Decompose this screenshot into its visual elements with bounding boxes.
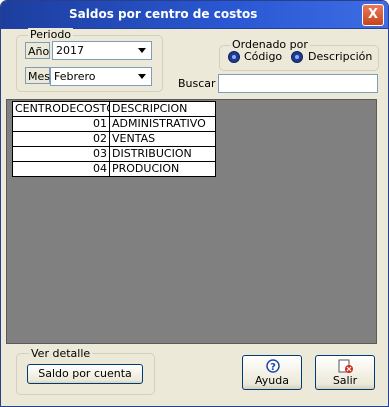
- window-title: Saldos por centro de costos: [69, 7, 258, 21]
- help-icon: ?: [266, 359, 280, 373]
- chevron-down-icon[interactable]: [135, 69, 150, 84]
- cost-center-grid[interactable]: CENTRODECOSTO DESCRIPCION 01 ADMINISTRATI…: [6, 99, 377, 344]
- anio-label: Año: [25, 42, 50, 59]
- cell-desc[interactable]: VENTAS: [109, 131, 216, 147]
- table-header-row: CENTRODECOSTO DESCRIPCION: [12, 101, 216, 117]
- saldo-por-cuenta-button[interactable]: Saldo por cuenta: [27, 364, 143, 384]
- exit-icon: [338, 359, 353, 373]
- table-row[interactable]: 04 PRODUCION: [12, 161, 216, 177]
- mes-value: Febrero: [54, 70, 96, 83]
- cell-desc[interactable]: ADMINISTRATIVO: [109, 116, 216, 132]
- title-bar[interactable]: Saldos por centro de costos X: [1, 1, 388, 29]
- cell-code[interactable]: 03: [12, 146, 110, 162]
- ayuda-button[interactable]: ? Ayuda: [242, 355, 302, 390]
- anio-select[interactable]: 2017: [52, 41, 152, 60]
- close-button[interactable]: X: [362, 4, 384, 26]
- column-header-centrodecosto[interactable]: CENTRODECOSTO: [12, 101, 110, 117]
- svg-text:?: ?: [270, 362, 276, 373]
- periodo-legend: Periodo: [28, 28, 74, 41]
- cell-desc[interactable]: PRODUCION: [109, 161, 216, 177]
- radio-descripcion-label[interactable]: Descripción: [308, 50, 372, 63]
- mes-label: Mes: [25, 67, 50, 84]
- cell-code[interactable]: 04: [12, 161, 110, 177]
- close-icon: X: [367, 7, 379, 22]
- cell-code[interactable]: 02: [12, 131, 110, 147]
- salir-label: Salir: [332, 374, 358, 387]
- radio-descripcion[interactable]: [291, 51, 303, 63]
- table-row[interactable]: 01 ADMINISTRATIVO: [12, 116, 216, 132]
- saldo-por-cuenta-label: Saldo por cuenta: [38, 367, 132, 380]
- radio-codigo-label[interactable]: Código: [244, 50, 282, 63]
- table-row[interactable]: 03 DISTRIBUCION: [12, 146, 216, 162]
- cell-desc[interactable]: DISTRIBUCION: [109, 146, 216, 162]
- salir-button[interactable]: Salir: [315, 355, 375, 390]
- search-label: Buscar: [178, 77, 216, 90]
- detalle-legend: Ver detalle: [29, 347, 93, 360]
- anio-value: 2017: [56, 44, 84, 57]
- column-header-descripcion[interactable]: DESCRIPCION: [109, 101, 216, 117]
- cell-code[interactable]: 01: [12, 116, 110, 132]
- search-input[interactable]: [218, 74, 378, 93]
- dialog-window: Saldos por centro de costos X Periodo Añ…: [0, 0, 389, 407]
- table-row[interactable]: 02 VENTAS: [12, 131, 216, 147]
- radio-codigo[interactable]: [228, 51, 240, 63]
- cost-center-table: CENTRODECOSTO DESCRIPCION 01 ADMINISTRATI…: [12, 101, 216, 177]
- ayuda-label: Ayuda: [255, 374, 289, 387]
- chevron-down-icon[interactable]: [135, 43, 150, 58]
- mes-select[interactable]: Febrero: [50, 67, 152, 86]
